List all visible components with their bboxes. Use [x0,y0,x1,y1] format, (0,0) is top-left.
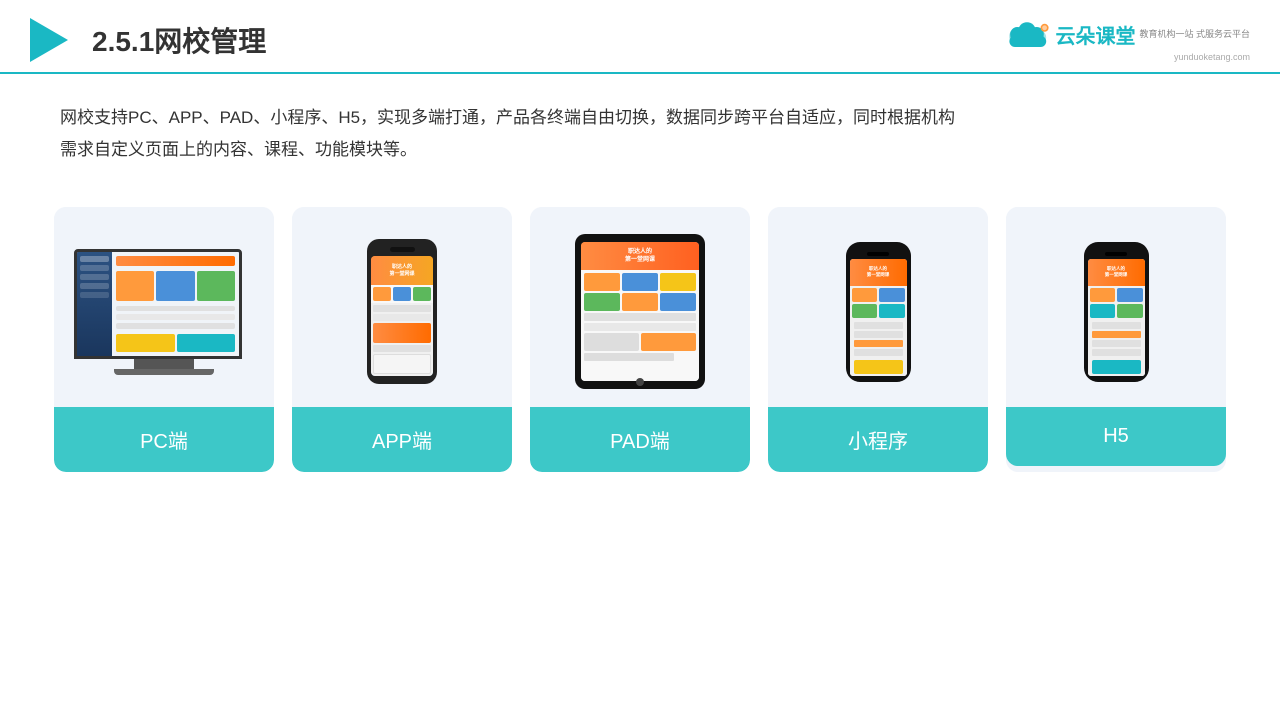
tablet-screen-body [581,270,699,381]
page-title: 2.5.1网校管理 [92,20,266,60]
card-app: 职达人的第一堂网课 APP端 [292,207,512,472]
tablet-screen: 职达人的第一堂网课 [581,242,699,381]
tablet-home-btn [636,378,644,386]
card-h5: 职达人的第一堂网课 [1006,207,1226,472]
phone-h5-header: 职达人的第一堂网课 [1088,259,1145,286]
phone-small-screen: 职达人的第一堂网课 [850,259,907,376]
card-pc-image [54,207,274,407]
phone-h5-body [1088,286,1145,376]
cards-section: PC端 职达人的第一堂网课 [0,177,1280,472]
monitor-screen [74,249,242,359]
card-miniprogram: 职达人的第一堂网课 [768,207,988,472]
monitor-mockup [74,249,254,375]
card-pad: 职达人的第一堂网课 [530,207,750,472]
phone-screen-top: 职达人的第一堂网课 [371,256,433,285]
tablet-screen-header: 职达人的第一堂网课 [581,242,699,270]
phone-app-mockup: 职达人的第一堂网课 [367,239,437,384]
card-pc: PC端 [54,207,274,472]
phone-h5-screen: 职达人的第一堂网课 [1088,259,1145,376]
phone-small-h5: 职达人的第一堂网课 [1084,242,1149,382]
card-miniprogram-label: 小程序 [768,407,988,472]
description: 网校支持PC、APP、PAD、小程序、H5，实现多端打通，产品各终端自由切换，数… [0,74,1280,177]
phone-small-body [850,286,907,376]
phone-h5-notch [1105,252,1127,256]
logo-domain: yunduoketang.com [1174,52,1250,62]
card-h5-image: 职达人的第一堂网课 [1006,207,1226,407]
description-line2: 需求自定义页面上的内容、课程、功能模块等。 [60,134,1220,166]
card-pad-image: 职达人的第一堂网课 [530,207,750,407]
tablet-mockup: 职达人的第一堂网课 [575,234,705,389]
phone-small-miniprogram: 职达人的第一堂网课 [846,242,911,382]
logo-row: 云朵课堂 教育机构一站 式服务云平台 [1003,19,1250,51]
card-app-image: 职达人的第一堂网课 [292,207,512,407]
card-pc-label: PC端 [54,407,274,472]
phone-screen: 职达人的第一堂网课 [371,256,433,376]
card-pad-label: PAD端 [530,407,750,472]
card-app-label: APP端 [292,407,512,472]
header: 2.5.1网校管理 云朵课堂 教育机构一站 式服务云平台 yunduoketan… [0,0,1280,74]
description-line1: 网校支持PC、APP、PAD、小程序、H5，实现多端打通，产品各终端自由切换，数… [60,102,1220,134]
logo-area: 云朵课堂 教育机构一站 式服务云平台 yunduoketang.com [1003,19,1250,62]
cloud-icon [1003,19,1051,51]
header-left: 2.5.1网校管理 [30,18,266,62]
play-icon [30,18,68,62]
logo-brand: 云朵课堂 [1055,20,1135,49]
card-h5-label: H5 [1006,407,1226,466]
phone-notch [390,247,415,252]
phone-small-header: 职达人的第一堂网课 [850,259,907,286]
logo-tagline: 教育机构一站 式服务云平台 [1139,28,1250,41]
phone-small-notch [867,252,889,256]
card-miniprogram-image: 职达人的第一堂网课 [768,207,988,407]
